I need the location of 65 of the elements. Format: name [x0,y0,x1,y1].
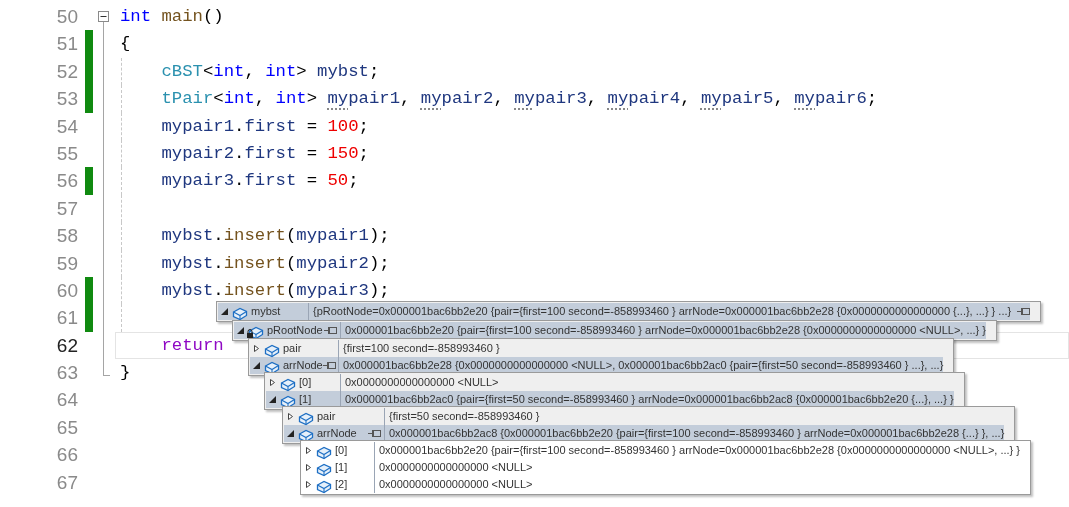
variable-name: arrNode [283,358,323,374]
code-line: int main() [119,6,225,28]
expand-arrow-icon[interactable] [269,379,276,386]
collapse-arrow-icon[interactable] [253,362,260,369]
variable-name: mybst [251,304,281,320]
line-number: 52 [56,60,78,82]
line-number: 63 [56,362,78,384]
cube-icon [316,445,332,460]
variable-value: 0x0000000000000000 <NULL> [374,476,533,493]
expand-arrow-icon[interactable] [305,481,312,488]
line-number: 53 [56,88,78,110]
variable-name: pair [283,341,302,357]
cube-icon [264,343,280,358]
line-number: 57 [56,197,78,219]
pin-icon[interactable] [322,360,336,371]
collapse-arrow-icon[interactable] [287,430,294,437]
cube-icon [316,462,332,477]
cube-icon [298,411,314,426]
variable-value: 0x000001bac6bb2e20 {pair={first=100 second=-858993460 } arrNode=0x000001bac6bb2e28 {0x0000000000000000 <NULL>, ...} } [374,442,1020,459]
variable-name: [0] [299,375,312,391]
expand-arrow-icon[interactable] [253,345,260,352]
code-line: mypair1.first = 100; [160,115,370,138]
code-line: mybst.insert(mypair1); [160,225,391,248]
line-number: 65 [56,416,78,438]
pin-icon[interactable] [1017,306,1031,317]
variable-value: 0x0000000000000000 <NULL> [374,459,533,476]
line-number: 59 [56,252,78,274]
code-line: mybst.insert(mypair2); [160,252,391,275]
variable-name: [1] [299,392,312,408]
variable-name: [0] [335,443,348,459]
tree-row[interactable]: mybst {pRootNode=0x000001bac6bb2e20 {pair={first=100 second=-858993460 } arrNode=0x000001bac6bb2e28 {0x0000000000000000 {...}, ...} } ...} [218,303,1031,320]
line-number: 56 [56,170,78,192]
code-line: tPair<int, int> mypair1, mypair2, mypair3, mypair4, mypair5, mypair6; [160,88,879,111]
expand-arrow-icon[interactable] [305,447,312,454]
expand-arrow-icon[interactable] [305,464,312,471]
cube-icon [280,377,296,392]
line-number: 51 [56,33,78,55]
line-number: 64 [56,389,78,411]
line-number: 66 [56,444,78,466]
code-line: { [119,33,132,56]
line-number: 60 [56,279,78,301]
code-line: mybst.insert(mypair3); [160,279,391,302]
line-number: 61 [56,307,78,329]
variable-name: [2] [335,477,348,493]
line-number: 50 [56,6,78,27]
code-line: mypair3.first = 50; [160,170,360,193]
line-number: 67 [56,471,78,493]
variable-name: arrNode [317,426,357,442]
pin-icon[interactable] [368,428,381,439]
code-line: cBST<int, int> mybst; [160,60,381,83]
cube-icon [316,479,332,494]
collapse-arrow-icon[interactable] [221,308,228,315]
line-number: 54 [56,115,78,137]
code-line: mypair2.first = 150; [160,142,370,165]
pin-icon[interactable] [324,325,337,336]
expand-arrow-icon[interactable] [287,413,294,420]
collapse-arrow-icon[interactable] [237,327,244,334]
code-line: } [119,362,132,385]
variable-name: [1] [335,460,348,476]
variable-name: pair [317,409,336,425]
line-number: 55 [56,142,78,164]
collapse-arrow-icon[interactable] [269,396,276,403]
line-number: 58 [56,225,78,247]
collapse-icon[interactable] [98,11,109,22]
line-number: 62 [56,334,78,356]
